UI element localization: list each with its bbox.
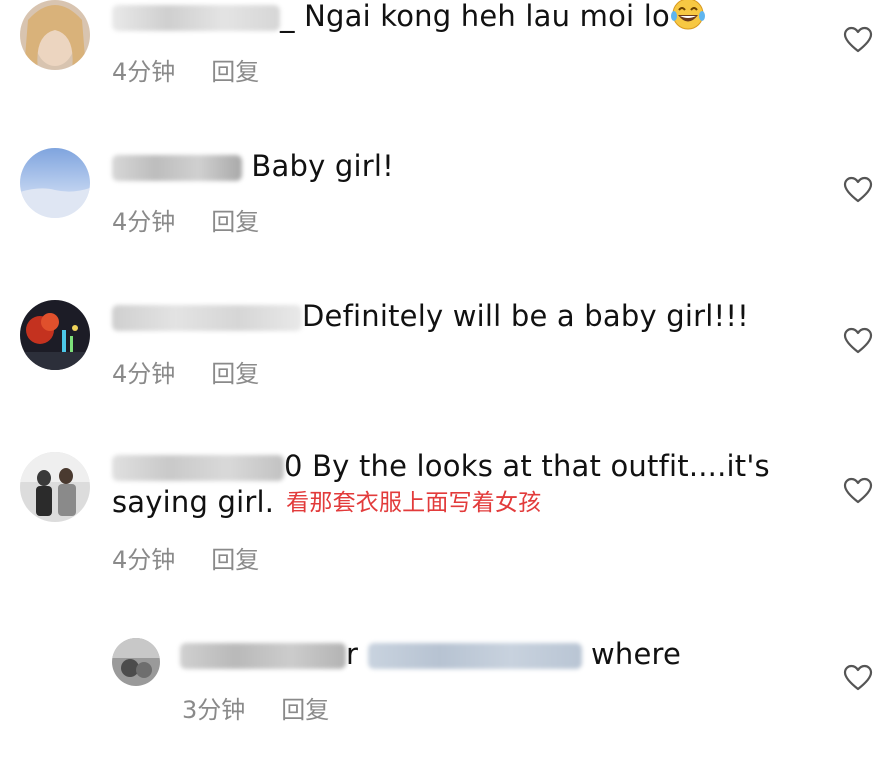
comment-text: r where	[180, 636, 681, 672]
blurred-username	[112, 305, 302, 331]
comment-time: 4分钟	[112, 208, 176, 236]
reply-button[interactable]: 回复	[211, 360, 259, 388]
comment-meta: 3分钟 回复	[182, 690, 329, 725]
comment-text: Baby girl!	[112, 148, 394, 184]
blurred-username	[112, 455, 284, 481]
reply-button[interactable]: 回复	[211, 208, 259, 236]
heart-icon[interactable]	[843, 175, 873, 205]
avatar[interactable]	[20, 452, 90, 522]
comment-meta: 4分钟 回复	[112, 52, 259, 87]
laughing-emoji-icon	[670, 0, 706, 30]
comment-meta: 4分钟 回复	[112, 540, 259, 575]
avatar[interactable]	[20, 0, 90, 70]
blurred-username	[112, 155, 242, 181]
avatar[interactable]	[112, 638, 160, 686]
heart-icon[interactable]	[843, 25, 873, 55]
comment-time: 4分钟	[112, 360, 176, 388]
comment-time: 4分钟	[112, 546, 176, 574]
comment-meta: 4分钟 回复	[112, 354, 259, 389]
comment-text: _ Ngai kong heh lau moi lo	[112, 0, 706, 34]
comment-text: 0 By the looks at that outfit....it's	[112, 448, 770, 484]
comment-time: 4分钟	[112, 58, 176, 86]
avatar[interactable]	[20, 148, 90, 218]
blurred-mention[interactable]	[367, 643, 582, 669]
comment-text: Definitely will be a baby girl!!!	[112, 298, 749, 334]
comment-text-continued: saying girl. 看那套衣服上面写着女孩	[112, 485, 542, 519]
reply-button[interactable]: 回复	[281, 696, 329, 724]
reply-button[interactable]: 回复	[211, 546, 259, 574]
blurred-username	[180, 643, 346, 669]
red-annotation: 看那套衣服上面写着女孩	[286, 490, 542, 516]
heart-icon[interactable]	[843, 476, 873, 506]
comment-time: 3分钟	[182, 696, 246, 724]
reply-button[interactable]: 回复	[211, 58, 259, 86]
avatar[interactable]	[20, 300, 90, 370]
comment-meta: 4分钟 回复	[112, 202, 259, 237]
username-tail: r	[346, 637, 359, 671]
heart-icon[interactable]	[843, 663, 873, 693]
heart-icon[interactable]	[843, 326, 873, 356]
blurred-username	[112, 5, 280, 31]
